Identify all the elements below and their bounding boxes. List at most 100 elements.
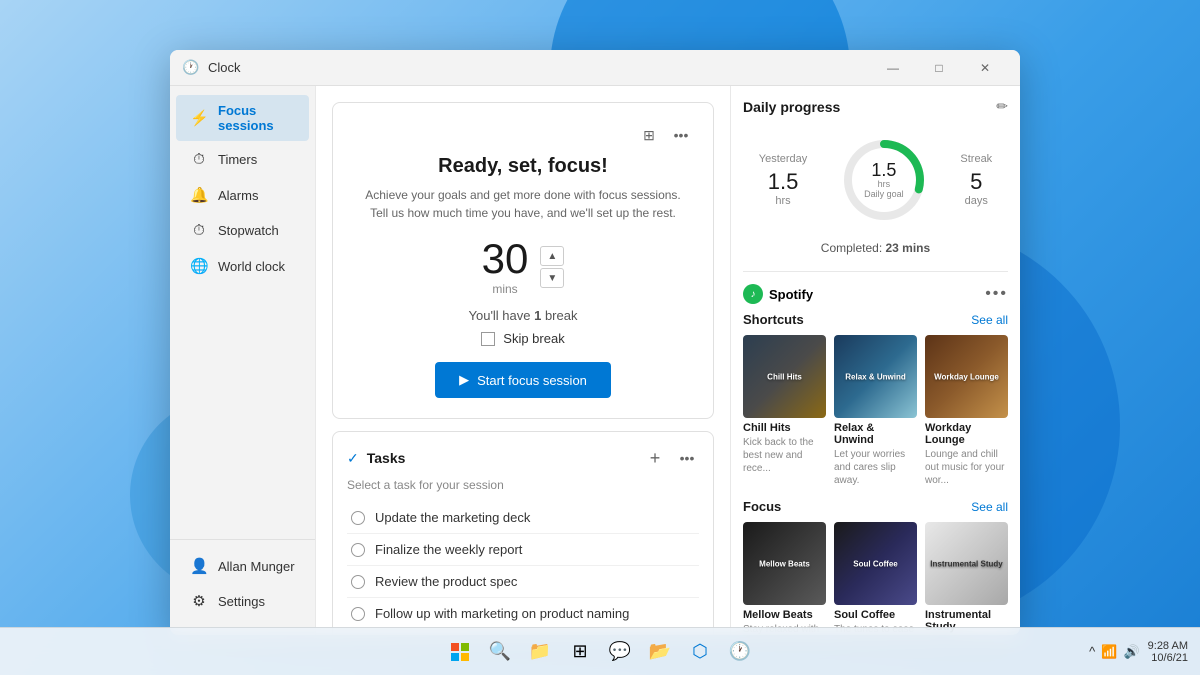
clock-taskbar-icon: 🕐	[729, 641, 751, 662]
file-explorer-button[interactable]: 📁	[522, 634, 558, 670]
time-arrows: ▲ ▼	[540, 246, 564, 288]
focus-music-title: Focus	[743, 499, 781, 514]
streak-label: Streak	[960, 153, 992, 165]
sidebar: ⚡ Focus sessions ⏱ Timers 🔔 Alarms ⏱ Sto…	[170, 86, 315, 635]
stopwatch-icon: ⏱	[190, 222, 208, 239]
system-tray-icons: ^ 📶 🔊	[1089, 644, 1139, 660]
sidebar-item-stopwatch[interactable]: ⏱ Stopwatch	[176, 214, 309, 247]
music-card-mellow[interactable]: Mellow Beats Mellow Beats Stay relaxed w…	[743, 522, 826, 635]
music-card-relax[interactable]: Relax & Unwind Relax & Unwind Let your w…	[834, 335, 917, 487]
clock-window: 🕐 Clock — □ ✕ ⚡ Focus sessions ⏱ Timers …	[170, 50, 1020, 635]
mellow-thumb-label: Mellow Beats	[759, 559, 810, 568]
sidebar-item-world-clock[interactable]: 🌐 World clock	[176, 249, 309, 283]
time-display: 30	[482, 238, 529, 280]
clock-taskbar-button[interactable]: 🕐	[722, 634, 758, 670]
streak-stat: Streak 5 days	[960, 153, 992, 207]
donut-center: 1.5 hrs Daily goal	[864, 161, 904, 199]
yesterday-stat: Yesterday 1.5 hrs	[759, 153, 808, 207]
search-taskbar-button[interactable]: 🔍	[482, 634, 518, 670]
fullscreen-button[interactable]: ⊞	[637, 123, 661, 147]
workday-thumbnail: Workday Lounge	[925, 335, 1008, 418]
spotify-more-button[interactable]: •••	[985, 286, 1008, 302]
volume-icon[interactable]: 🔊	[1123, 644, 1139, 660]
focus-title: Ready, set, focus!	[353, 155, 693, 178]
shortcuts-title: Shortcuts	[743, 312, 804, 327]
windows-logo-icon	[451, 643, 469, 661]
content-area: ⊞ ••• Ready, set, focus! Achieve your go…	[316, 86, 1020, 635]
shortcuts-see-all-button[interactable]: See all	[971, 313, 1008, 327]
task-radio-1[interactable]	[351, 511, 365, 525]
chevron-up-icon[interactable]: ^	[1089, 644, 1095, 659]
taskbar: 🔍 📁 ⊞ 💬 📂 ⬡ 🕐 ^ 📶 🔊 9:28 AM 10/6/21	[0, 627, 1200, 675]
sidebar-item-settings[interactable]: ⚙ Settings	[176, 584, 309, 618]
focus-session-card: ⊞ ••• Ready, set, focus! Achieve your go…	[332, 102, 714, 419]
yesterday-label: Yesterday	[759, 153, 808, 165]
file-explorer-icon: 📁	[529, 641, 551, 662]
soul-thumbnail: Soul Coffee	[834, 522, 917, 605]
taskbar-clock[interactable]: 9:28 AM 10/6/21	[1148, 640, 1188, 664]
yesterday-value: 1.5	[759, 169, 808, 195]
more-options-button[interactable]: •••	[669, 123, 693, 147]
donut-label: hrs	[864, 179, 904, 189]
task-radio-4[interactable]	[351, 607, 365, 621]
sidebar-item-focus-sessions[interactable]: ⚡ Focus sessions	[176, 95, 309, 141]
task-radio-3[interactable]	[351, 575, 365, 589]
daily-progress-section: Daily progress ✏ Yesterday 1.5 hrs	[743, 98, 1008, 255]
start-focus-session-button[interactable]: ▶ Start focus session	[435, 362, 611, 398]
teams-button[interactable]: 💬	[602, 634, 638, 670]
main-content: ⊞ ••• Ready, set, focus! Achieve your go…	[315, 86, 1020, 635]
music-card-soul[interactable]: Soul Coffee Soul Coffee The tunes to eas…	[834, 522, 917, 635]
start-btn-label: Start focus session	[477, 373, 587, 388]
spotify-circle-icon: ♪	[743, 284, 763, 304]
focus-sessions-icon: ⚡	[190, 109, 208, 127]
mellow-title: Mellow Beats	[743, 609, 826, 621]
task-label-2: Finalize the weekly report	[375, 542, 522, 557]
instrumental-thumb-label: Instrumental Study	[930, 559, 1002, 568]
time-increment-button[interactable]: ▲	[540, 246, 564, 266]
task-radio-2[interactable]	[351, 543, 365, 557]
music-card-workday[interactable]: Workday Lounge Workday Lounge Lounge and…	[925, 335, 1008, 487]
workday-thumb-label: Workday Lounge	[934, 372, 999, 381]
task-label-3: Review the product spec	[375, 574, 517, 589]
files-button[interactable]: 📂	[642, 634, 678, 670]
alarms-icon: 🔔	[190, 186, 208, 204]
workday-desc: Lounge and chill out music for your wor.…	[925, 448, 1008, 487]
task-item-4[interactable]: Follow up with marketing on product nami…	[347, 598, 699, 629]
sidebar-item-user[interactable]: 👤 Allan Munger	[176, 549, 309, 583]
start-button[interactable]	[442, 634, 478, 670]
donut-value: 1.5	[864, 161, 904, 179]
tasks-add-button[interactable]: +	[643, 446, 667, 470]
focus-see-all-button[interactable]: See all	[971, 500, 1008, 514]
sidebar-item-alarms[interactable]: 🔔 Alarms	[176, 178, 309, 212]
music-card-chill-hits[interactable]: Chill Hits Chill Hits Kick back to the b…	[743, 335, 826, 487]
maximize-button[interactable]: □	[916, 50, 962, 86]
wifi-icon[interactable]: 📶	[1101, 644, 1117, 660]
edge-button[interactable]: ⬡	[682, 634, 718, 670]
spotify-logo: ♪ Spotify	[743, 284, 813, 304]
taskbar-right: ^ 📶 🔊 9:28 AM 10/6/21	[1089, 640, 1188, 664]
minimize-button[interactable]: —	[870, 50, 916, 86]
tasks-header: ✓ Tasks + •••	[347, 446, 699, 470]
task-item-1[interactable]: Update the marketing deck	[347, 502, 699, 534]
task-item-2[interactable]: Finalize the weekly report	[347, 534, 699, 566]
tasks-more-button[interactable]: •••	[675, 446, 699, 470]
tasks-card: ✓ Tasks + ••• Select a task for your ses…	[332, 431, 714, 635]
task-item-3[interactable]: Review the product spec	[347, 566, 699, 598]
focus-panel: ⊞ ••• Ready, set, focus! Achieve your go…	[316, 86, 730, 635]
edit-progress-button[interactable]: ✏	[996, 98, 1008, 115]
relax-thumb-label: Relax & Unwind	[845, 372, 905, 381]
time-decrement-button[interactable]: ▼	[540, 268, 564, 288]
close-button[interactable]: ✕	[962, 50, 1008, 86]
focus-subtitle: Achieve your goals and get more done wit…	[353, 186, 693, 222]
task-view-button[interactable]: ⊞	[562, 634, 598, 670]
focus-music-header: Focus See all	[743, 499, 1008, 514]
skip-break-checkbox[interactable]	[481, 332, 495, 346]
window-title: Clock	[208, 60, 870, 75]
settings-icon: ⚙	[190, 592, 208, 610]
music-card-instrumental[interactable]: Instrumental Study Instrumental Study A …	[925, 522, 1008, 635]
focus-card-header: ⊞ •••	[353, 123, 693, 147]
sidebar-item-timers[interactable]: ⏱ Timers	[176, 143, 309, 176]
chill-hits-title: Chill Hits	[743, 422, 826, 434]
sidebar-label-timers: Timers	[218, 152, 257, 167]
progress-display: Yesterday 1.5 hrs 1.5	[743, 127, 1008, 233]
